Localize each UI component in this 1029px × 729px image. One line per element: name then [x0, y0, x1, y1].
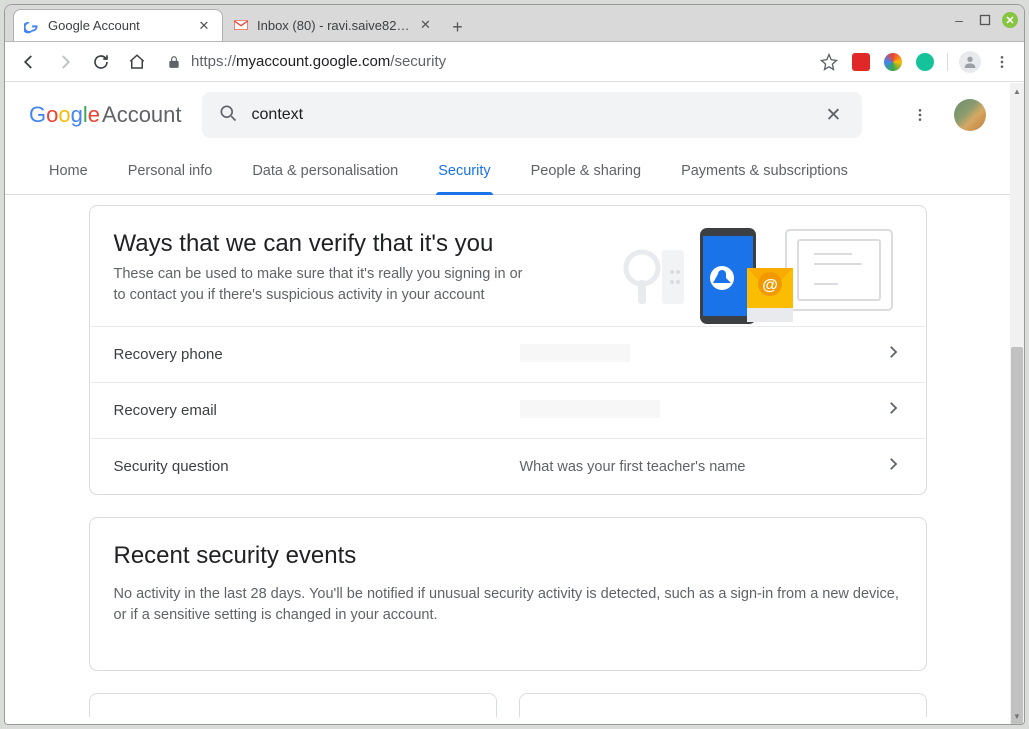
chrome-profile-button[interactable]	[956, 48, 984, 76]
settings-tab-nav: Home Personal info Data & personalisatio…	[5, 147, 1010, 195]
tab-title: Inbox (80) - ravi.saive82…	[257, 18, 409, 33]
partial-card-right	[519, 693, 927, 717]
verify-illustration: @	[602, 226, 902, 326]
window-close-button[interactable]: ✕	[1002, 12, 1018, 28]
page-body: Ways that we can verify that it's you Th…	[5, 195, 1010, 724]
maximize-button[interactable]	[976, 11, 994, 29]
new-tab-button[interactable]: +	[443, 13, 471, 41]
chevron-right-icon	[884, 455, 902, 478]
window-controls: ‒ ✕	[950, 11, 1018, 29]
close-icon[interactable]: ✕	[196, 18, 212, 34]
nav-tab-home[interactable]: Home	[29, 147, 108, 194]
svg-text:@: @	[762, 277, 778, 294]
nav-tab-data-personalisation[interactable]: Data & personalisation	[232, 147, 418, 194]
row-value	[520, 344, 884, 366]
nav-tab-security[interactable]: Security	[418, 147, 510, 194]
verify-card-title: Ways that we can verify that it's you	[114, 230, 534, 258]
browser-window: Google Account ✕ Inbox (80) - ravi.saive…	[4, 4, 1025, 725]
close-icon[interactable]: ✕	[417, 17, 433, 33]
row-label: Recovery email	[114, 402, 520, 419]
row-value	[520, 400, 884, 422]
search-box[interactable]: ✕	[202, 92, 862, 138]
search-input[interactable]	[252, 106, 822, 124]
forward-button[interactable]	[49, 46, 81, 78]
events-card-subtitle: No activity in the last 28 days. You'll …	[114, 584, 902, 626]
tab-title: Google Account	[48, 18, 188, 33]
extension-flipboard[interactable]	[847, 48, 875, 76]
chevron-right-icon	[884, 343, 902, 366]
scrollbar-track[interactable]	[1010, 99, 1024, 708]
events-card-title: Recent security events	[114, 542, 902, 570]
clear-search-button[interactable]: ✕	[822, 103, 846, 127]
nav-tab-people-sharing[interactable]: People & sharing	[511, 147, 661, 194]
scroll-down-button[interactable]: ▼	[1010, 708, 1024, 724]
recovery-email-row[interactable]: Recovery email	[90, 382, 926, 438]
partial-cards-row	[89, 693, 927, 717]
browser-titlebar: Google Account ✕ Inbox (80) - ravi.saive…	[5, 5, 1024, 42]
row-value: What was your first teacher's name	[520, 459, 884, 475]
redacted-value	[520, 400, 660, 418]
google-account-logo[interactable]: Google Account	[29, 102, 182, 128]
back-button[interactable]	[13, 46, 45, 78]
row-label: Security question	[114, 458, 520, 475]
row-label: Recovery phone	[114, 346, 520, 363]
page-viewport: App passwords Google Account PINLast cha…	[5, 83, 1024, 724]
star-button[interactable]	[815, 48, 843, 76]
browser-toolbar: https://myaccount.google.com/security	[5, 42, 1024, 82]
account-avatar[interactable]	[954, 99, 986, 131]
favicon-google	[24, 18, 40, 34]
chevron-right-icon	[884, 399, 902, 422]
verify-identity-card: Ways that we can verify that it's you Th…	[89, 205, 927, 495]
minimize-button[interactable]: ‒	[950, 11, 968, 29]
chrome-menu-button[interactable]	[988, 48, 1016, 76]
reload-button[interactable]	[85, 46, 117, 78]
extension-2[interactable]	[879, 48, 907, 76]
search-icon	[218, 103, 238, 128]
favicon-gmail	[233, 17, 249, 33]
page-header: Google Account ✕	[5, 83, 1010, 147]
security-question-row[interactable]: Security question What was your first te…	[90, 438, 926, 494]
browser-tab-inbox[interactable]: Inbox (80) - ravi.saive82… ✕	[223, 9, 443, 41]
nav-tab-payments-subscriptions[interactable]: Payments & subscriptions	[661, 147, 868, 194]
home-button[interactable]	[121, 46, 153, 78]
verify-card-subtitle: These can be used to make sure that it's…	[114, 264, 534, 306]
nav-tab-personal-info[interactable]: Personal info	[108, 147, 233, 194]
redacted-value	[520, 344, 630, 362]
browser-tab-google-account[interactable]: Google Account ✕	[13, 9, 223, 41]
scroll-up-button[interactable]: ▲	[1010, 83, 1024, 99]
toolbar-separator	[947, 53, 948, 71]
profile-icon	[959, 51, 981, 73]
scrollbar-thumb[interactable]	[1011, 347, 1023, 724]
google-apps-button[interactable]	[908, 103, 932, 127]
partial-card-left	[89, 693, 497, 717]
address-bar[interactable]: https://myaccount.google.com/security	[157, 47, 811, 77]
recovery-phone-row[interactable]: Recovery phone	[90, 326, 926, 382]
lock-icon	[167, 55, 181, 69]
recent-security-events-card: Recent security events No activity in th…	[89, 517, 927, 671]
extension-grammarly[interactable]	[911, 48, 939, 76]
vertical-scrollbar[interactable]: ▲ ▼	[1010, 83, 1024, 724]
url-text: https://myaccount.google.com/security	[191, 53, 446, 70]
